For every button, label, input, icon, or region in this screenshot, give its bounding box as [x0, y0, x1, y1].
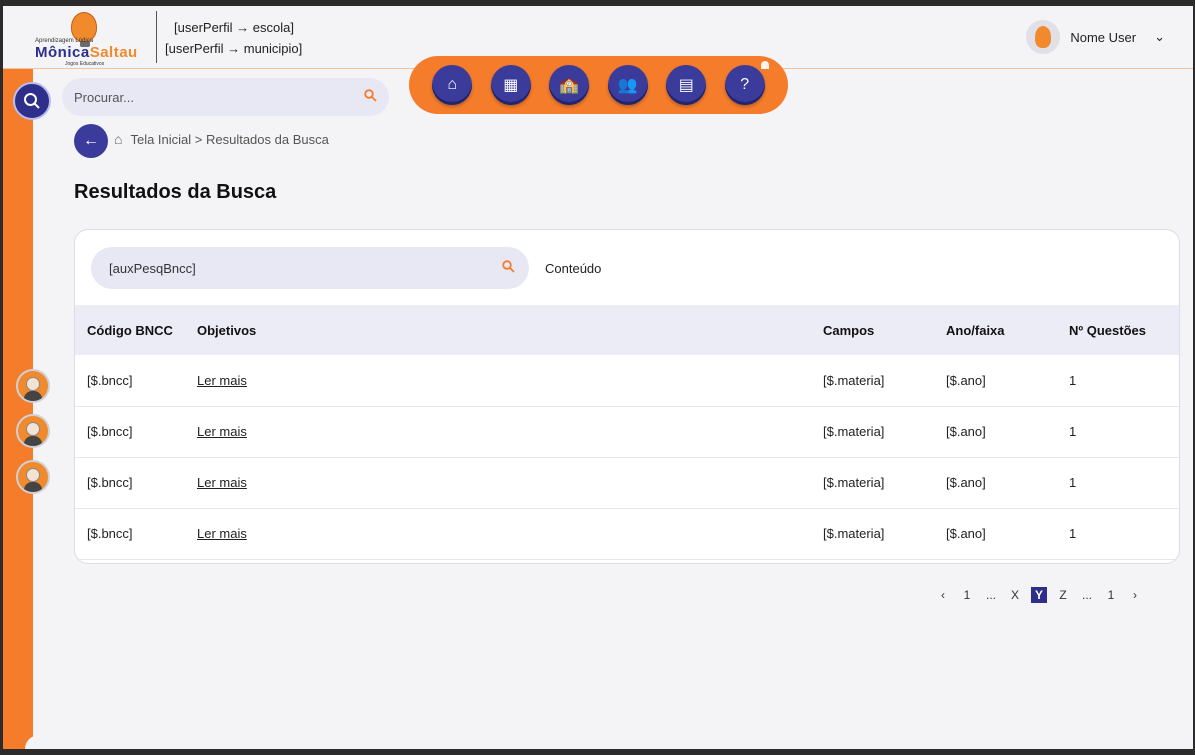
search-icon[interactable]	[502, 260, 515, 276]
bncc-search[interactable]: [auxPesqBncc]	[91, 247, 529, 289]
main-nav: ⌂ ▦ 🏫 👥 ▤ ?	[409, 56, 788, 114]
cell-ano: [$.ano]	[946, 526, 986, 541]
user-name: Nome User	[1070, 29, 1137, 45]
read-more-link[interactable]: Ler mais	[197, 424, 247, 439]
cell-objetivos: Ler mais	[185, 355, 811, 406]
header-divider	[156, 11, 157, 63]
table-header-row: Código BNCC Objetivos Campos Ano/faixa N…	[75, 305, 1179, 355]
global-search[interactable]	[62, 78, 389, 116]
logo-brand: MônicaSaltau	[35, 44, 138, 61]
cell-objetivos: Ler mais	[185, 508, 811, 559]
search-input[interactable]	[74, 89, 364, 105]
logo-tagline-bottom: Jogos Educativos	[65, 61, 105, 67]
cell-ano: [$.ano]	[946, 475, 986, 490]
chevron-down-icon[interactable]: ⌄	[1154, 29, 1165, 45]
page-link[interactable]: 1	[959, 588, 975, 602]
cell-objetivos: Ler mais	[185, 457, 811, 508]
sidebar-search-button[interactable]	[13, 82, 51, 120]
read-more-link[interactable]: Ler mais	[197, 526, 247, 541]
read-more-link[interactable]: Ler mais	[197, 475, 247, 490]
home-icon[interactable]: ⌂	[114, 131, 122, 147]
cell-ano: [$.ano]	[946, 424, 986, 439]
nav-school-button[interactable]: 🏫	[549, 65, 590, 105]
page-link[interactable]: Z	[1055, 588, 1071, 602]
cell-questoes: 1	[1069, 475, 1077, 490]
table-row: [$.bncc] Ler mais [$.materia] [$.ano] 1	[75, 508, 1179, 559]
nav-dashboard-button[interactable]: ▦	[490, 65, 531, 105]
read-more-link[interactable]: Ler mais	[197, 373, 247, 388]
cell-campos: [$.materia]	[823, 424, 885, 439]
prev-page-button[interactable]: ‹	[935, 588, 951, 602]
nav-users-button[interactable]: 👥	[607, 65, 648, 105]
user-profile-school: [userPerfil → escola]	[174, 20, 294, 35]
school-icon: 🏫	[559, 77, 580, 94]
cell-objetivos: Ler mais	[185, 406, 811, 457]
page-link-active[interactable]: Y	[1031, 587, 1047, 603]
sidebar-avatar-3[interactable]	[16, 460, 50, 494]
cell-bncc: [$.bncc]	[87, 475, 133, 490]
cell-bncc: [$.bncc]	[87, 424, 133, 439]
dashboard-icon: ▦	[503, 77, 519, 94]
nav-home-button[interactable]: ⌂	[432, 65, 473, 105]
table-row: [$.bncc] Ler mais [$.materia] [$.ano] 1	[75, 457, 1179, 508]
avatar	[1026, 20, 1061, 54]
cell-campos: [$.materia]	[823, 475, 885, 490]
results-table: Código BNCC Objetivos Campos Ano/faixa N…	[75, 305, 1179, 560]
nav-document-button[interactable]: ▤	[666, 65, 707, 105]
cell-questoes: 1	[1069, 526, 1077, 541]
next-page-button[interactable]: ›	[1127, 588, 1143, 602]
app-window: Aprendizagem Lúdica MônicaSaltau Jogos E…	[3, 6, 1193, 749]
document-icon: ▤	[678, 77, 694, 94]
help-chat-icon: ?	[740, 76, 750, 93]
bell-icon	[758, 59, 771, 71]
page-link[interactable]: 1	[1103, 588, 1119, 602]
breadcrumb: ⌂ Tela Inicial > Resultados da Busca	[114, 131, 329, 147]
breadcrumb-text: Tela Inicial > Resultados da Busca	[130, 131, 329, 147]
page-ellipsis: ...	[1081, 588, 1092, 602]
cell-campos: [$.materia]	[823, 526, 885, 541]
users-icon: 👥	[617, 77, 638, 94]
cell-campos: [$.materia]	[823, 372, 885, 388]
table-row: [$.bncc] Ler mais [$.materia] [$.ano] 1	[75, 406, 1179, 457]
column-header-ano[interactable]: Ano/faixa	[934, 305, 1057, 355]
cell-bncc: [$.bncc]	[87, 526, 133, 541]
home-icon: ⌂	[447, 76, 458, 93]
column-header-questoes[interactable]: Nº Questões	[1057, 305, 1179, 355]
cell-bncc: [$.bncc]	[87, 372, 133, 388]
pagination: ‹ 1 ... X Y Z ... 1 ›	[931, 586, 1147, 604]
cell-questoes: 1	[1069, 372, 1077, 388]
cell-questoes: 1	[1069, 424, 1077, 439]
cell-ano: [$.ano]	[946, 372, 986, 388]
search-icon	[24, 93, 40, 109]
arrow-left-icon: ←	[83, 132, 99, 149]
nav-help-button[interactable]: ?	[724, 59, 771, 105]
column-header-campos[interactable]: Campos	[811, 305, 934, 355]
user-menu[interactable]: Nome User ⌄	[1026, 19, 1165, 55]
user-profile-municipality: [userPerfil → municipio]	[165, 41, 303, 56]
sidebar	[3, 69, 39, 749]
bncc-search-input[interactable]: [auxPesqBncc]	[109, 261, 502, 276]
app-logo[interactable]: Aprendizagem Lúdica MônicaSaltau Jogos E…	[33, 12, 143, 67]
user-avatar-icon	[1035, 26, 1052, 48]
sidebar-avatar-2[interactable]	[16, 414, 50, 448]
page-link[interactable]: X	[1007, 588, 1023, 602]
page-ellipsis: ...	[985, 588, 996, 602]
results-card: [auxPesqBncc] Conteúdo Código BNCC Objet…	[74, 229, 1180, 564]
page-title: Resultados da Busca	[74, 181, 277, 203]
search-icon[interactable]	[364, 89, 377, 105]
column-header-bncc[interactable]: Código BNCC	[75, 305, 185, 355]
filter-label: Conteúdo	[545, 261, 602, 276]
column-header-objetivos[interactable]: Objetivos	[185, 305, 811, 355]
sidebar-avatar-1[interactable]	[16, 369, 50, 403]
table-row: [$.bncc] Ler mais [$.materia] [$.ano] 1	[75, 355, 1179, 406]
back-button[interactable]: ←	[74, 124, 108, 158]
